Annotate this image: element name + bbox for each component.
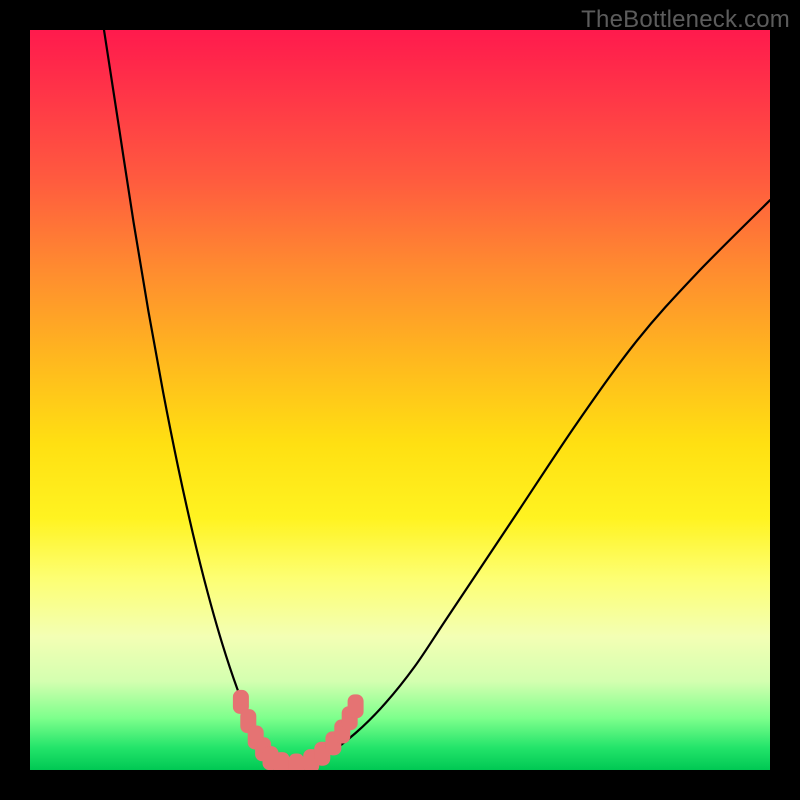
- highlight-marker: [288, 754, 304, 770]
- watermark-text: TheBottleneck.com: [581, 6, 790, 34]
- highlight-marker: [274, 752, 290, 770]
- chart-plot-area: [30, 30, 770, 770]
- highlight-marker: [348, 694, 364, 718]
- optimal-range-markers: [30, 30, 770, 770]
